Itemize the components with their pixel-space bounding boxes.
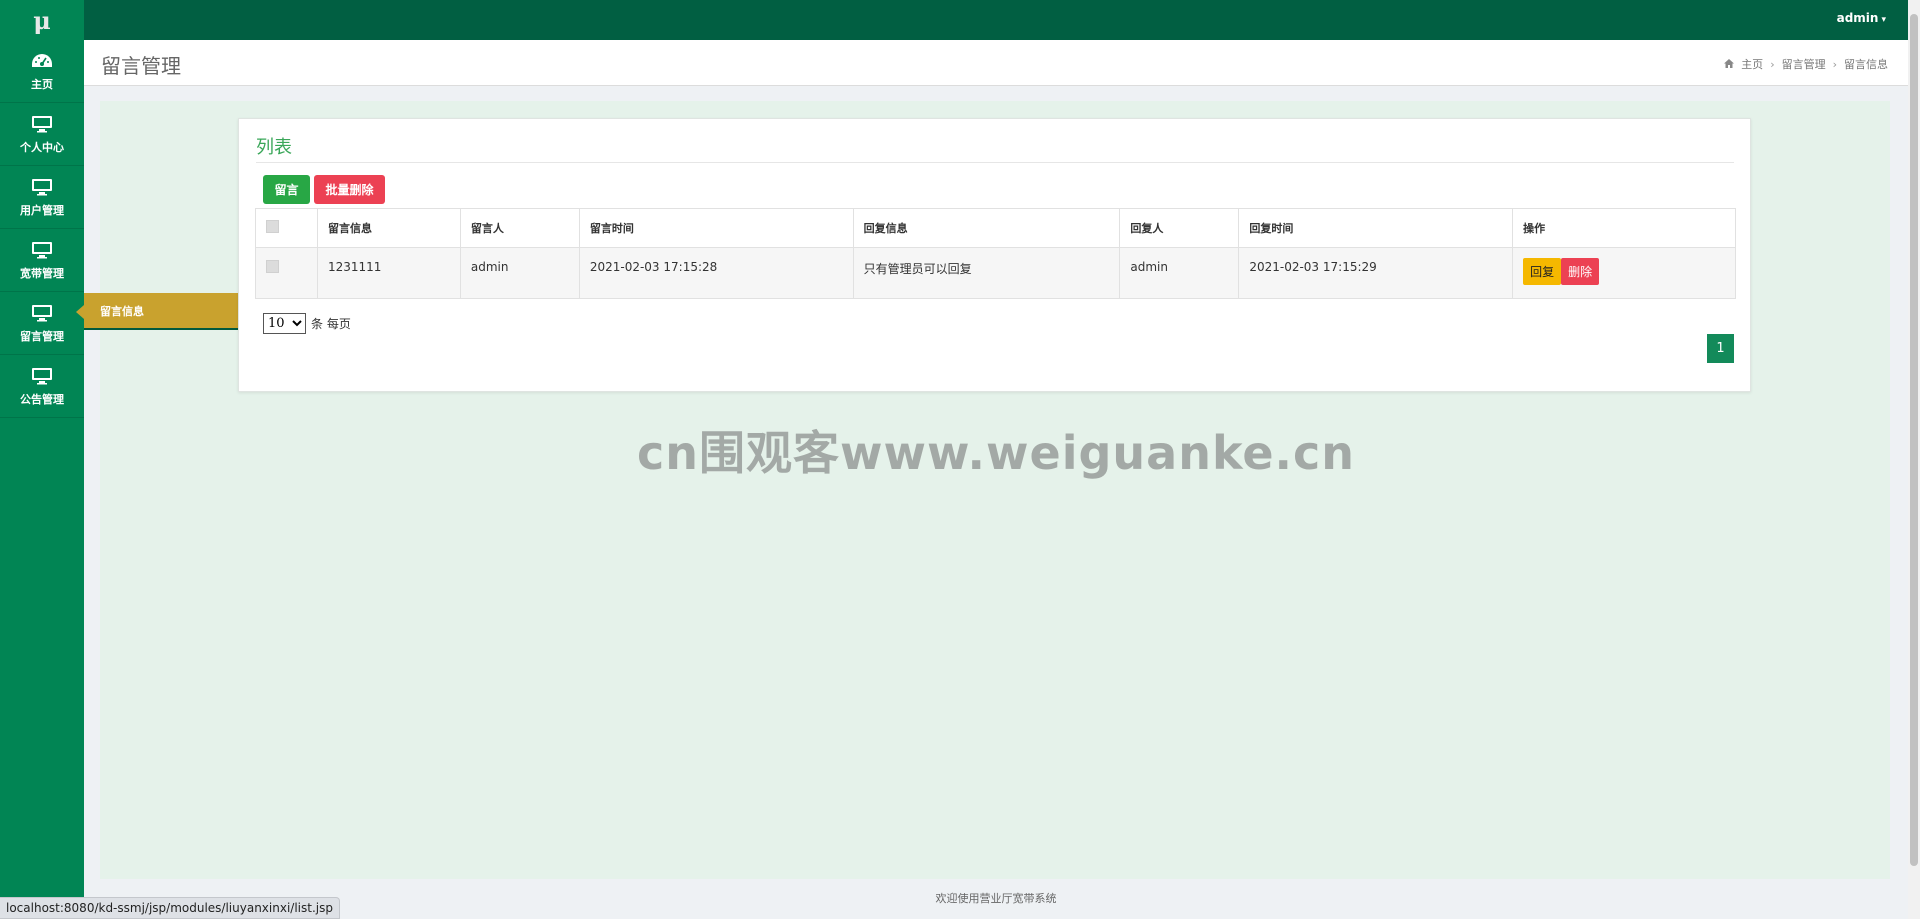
reply-button[interactable]: 回复 bbox=[1523, 258, 1562, 285]
sidebar-item-label: 留言管理 bbox=[20, 329, 64, 343]
breadcrumb-home[interactable]: 主页 bbox=[1741, 56, 1763, 72]
page-button-current[interactable]: 1 bbox=[1707, 334, 1734, 363]
column-header: 操作 bbox=[1512, 208, 1736, 248]
sidebar-item-label: 用户管理 bbox=[20, 203, 64, 217]
cell-message: 1231111 bbox=[316, 247, 461, 299]
app-logo[interactable]: μ bbox=[0, 0, 84, 40]
column-header[interactable]: 回复人 bbox=[1119, 208, 1240, 248]
column-header[interactable]: 回复时间 bbox=[1238, 208, 1514, 248]
sidebar-item-label: 公告管理 bbox=[20, 392, 64, 406]
cell-reply: 只有管理员可以回复 bbox=[852, 247, 1121, 299]
sidebar-item-label: 宽带管理 bbox=[20, 266, 64, 280]
footer: 欢迎使用营业厅宽带系统 bbox=[935, 892, 1057, 905]
row-select-cell bbox=[255, 247, 318, 299]
sidebar: μ 主页 个人中心 用户管理 宽带管理 留言管理 公告管理 bbox=[0, 0, 84, 919]
column-header[interactable]: 留言人 bbox=[459, 208, 580, 248]
bulk-delete-button[interactable]: 批量删除 bbox=[314, 175, 385, 204]
row-checkbox[interactable] bbox=[266, 260, 279, 273]
scrollbar[interactable] bbox=[1908, 0, 1920, 919]
add-message-button[interactable]: 留言 bbox=[263, 175, 310, 204]
scrollbar-thumb[interactable] bbox=[1910, 14, 1918, 866]
sidebar-item-label: 主页 bbox=[31, 77, 53, 91]
page-size-select[interactable]: 10 bbox=[263, 313, 306, 334]
breadcrumb-message-management[interactable]: 留言管理 bbox=[1782, 56, 1826, 72]
cell-time: 2021-02-03 17:15:28 bbox=[578, 247, 854, 299]
sidebar-item-personal-center[interactable]: 个人中心 bbox=[0, 103, 84, 166]
submenu-item-message-info[interactable]: 留言信息 bbox=[76, 293, 240, 330]
monitor-icon bbox=[31, 114, 53, 134]
message-table: 留言信息 留言人 留言时间 回复信息 回复人 回复时间 操作 1231111 a… bbox=[255, 208, 1736, 299]
sidebar-item-home[interactable]: 主页 bbox=[0, 40, 84, 103]
monitor-icon bbox=[31, 240, 53, 260]
sidebar-item-label: 个人中心 bbox=[20, 140, 64, 154]
monitor-icon bbox=[31, 366, 53, 386]
list-card: 列表 留言 批量删除 留言信息 留言人 留言时间 回复信息 回复人 回复时间 操… bbox=[238, 118, 1751, 392]
user-menu[interactable]: admin ▾ bbox=[1837, 11, 1886, 25]
card-title: 列表 bbox=[256, 137, 292, 158]
table-header-row: 留言信息 留言人 留言时间 回复信息 回复人 回复时间 操作 bbox=[255, 208, 1736, 248]
select-all-cell bbox=[255, 208, 318, 248]
home-icon bbox=[1724, 58, 1735, 71]
page-header: 留言管理 主页 › 留言管理 › 留言信息 bbox=[84, 40, 1908, 86]
dashboard-icon bbox=[31, 51, 53, 71]
breadcrumb-message-info: 留言信息 bbox=[1844, 58, 1888, 71]
cell-author: admin bbox=[459, 247, 580, 299]
breadcrumb: 主页 › 留言管理 › 留言信息 bbox=[1724, 56, 1888, 72]
select-all-checkbox[interactable] bbox=[266, 220, 279, 233]
username: admin bbox=[1836, 11, 1879, 25]
caret-down-icon: ▾ bbox=[1881, 15, 1886, 25]
cell-replier: admin bbox=[1119, 247, 1240, 299]
chevron-right-icon: › bbox=[1770, 57, 1775, 71]
column-header[interactable]: 留言信息 bbox=[316, 208, 461, 248]
chevron-right-icon: › bbox=[1832, 57, 1837, 71]
sidebar-item-message-management[interactable]: 留言管理 bbox=[0, 292, 84, 355]
column-header[interactable]: 留言时间 bbox=[578, 208, 854, 248]
status-url: localhost:8080/kd-ssmj/jsp/modules/liuya… bbox=[0, 897, 340, 919]
delete-button[interactable]: 删除 bbox=[1561, 258, 1600, 285]
watermark: cn围观客www.weiguanke.cn bbox=[637, 426, 1356, 480]
monitor-icon bbox=[31, 177, 53, 197]
cell-reply-time: 2021-02-03 17:15:29 bbox=[1238, 247, 1514, 299]
monitor-icon bbox=[31, 303, 53, 323]
page-title: 留言管理 bbox=[101, 54, 181, 78]
sidebar-item-broadband-management[interactable]: 宽带管理 bbox=[0, 229, 84, 292]
sidebar-item-user-management[interactable]: 用户管理 bbox=[0, 166, 84, 229]
cell-actions: 回复 删除 bbox=[1512, 247, 1736, 299]
table-row: 1231111 admin 2021-02-03 17:15:28 只有管理员可… bbox=[255, 247, 1736, 299]
divider bbox=[256, 162, 1734, 163]
page-size-control: 10 条 每页 bbox=[263, 313, 351, 334]
page-size-label: 条 每页 bbox=[311, 317, 351, 331]
top-bar: admin ▾ bbox=[84, 0, 1908, 40]
column-header[interactable]: 回复信息 bbox=[852, 208, 1121, 248]
sidebar-item-notice-management[interactable]: 公告管理 bbox=[0, 355, 84, 418]
